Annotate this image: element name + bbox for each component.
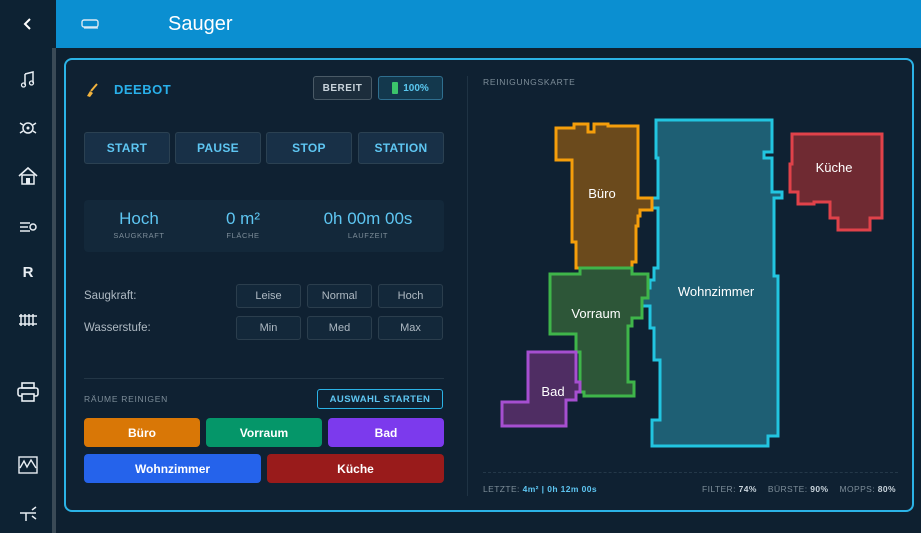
room-button-vorraum[interactable]: Vorraum bbox=[206, 418, 322, 447]
map-title: REINIGUNGSKARTE bbox=[483, 77, 576, 87]
device-name: DEEBOT bbox=[114, 82, 172, 97]
water-label: Wasserstufe: bbox=[84, 322, 151, 334]
battery-badge: 100% bbox=[378, 76, 443, 100]
filter-value: 74% bbox=[738, 484, 757, 494]
map-room-wohnzimmer[interactable] bbox=[638, 118, 784, 448]
back-button[interactable] bbox=[0, 0, 56, 48]
sidebar: R bbox=[0, 0, 56, 533]
cleaning-map: Wohnzimmer Büro Küche Vorraum Bad bbox=[500, 118, 884, 448]
station-button[interactable]: STATION bbox=[358, 132, 444, 164]
page-title: Sauger bbox=[168, 13, 233, 35]
battery-icon bbox=[392, 82, 399, 94]
r-icon[interactable]: R bbox=[14, 258, 42, 286]
status-badge: BEREIT bbox=[313, 76, 372, 100]
map-label-bad: Bad bbox=[541, 384, 564, 399]
chevron-left-icon bbox=[23, 18, 31, 30]
stat-suction-value: Hoch bbox=[119, 209, 159, 228]
vacuum-card: DEEBOT BEREIT 100% START PAUSE STOP STAT… bbox=[64, 58, 914, 512]
last-label: LETZTE: bbox=[483, 484, 520, 494]
water-option-med[interactable]: Med bbox=[307, 316, 372, 340]
room-button-kueche[interactable]: Küche bbox=[267, 454, 444, 483]
home-icon[interactable] bbox=[14, 162, 42, 190]
start-selection-button[interactable]: AUSWAHL STARTEN bbox=[317, 389, 443, 409]
printer-icon[interactable] bbox=[14, 378, 42, 406]
stat-suction: Hoch SAUGKRAFT bbox=[84, 209, 194, 240]
stat-area-label: FLÄCHE bbox=[226, 231, 260, 240]
start-button[interactable]: START bbox=[84, 132, 170, 164]
water-option-max[interactable]: Max bbox=[378, 316, 443, 340]
water-option-min[interactable]: Min bbox=[236, 316, 301, 340]
robot-icon[interactable] bbox=[14, 114, 42, 142]
room-button-bad[interactable]: Bad bbox=[328, 418, 444, 447]
room-button-buero[interactable]: Büro bbox=[84, 418, 200, 447]
room-button-wohnzimmer[interactable]: Wohnzimmer bbox=[84, 454, 261, 483]
brush-value: 90% bbox=[810, 484, 829, 494]
broom-icon bbox=[87, 83, 98, 97]
suction-option-leise[interactable]: Leise bbox=[236, 284, 301, 308]
mop-label: MOPPS: bbox=[839, 484, 876, 494]
suction-option-hoch[interactable]: Hoch bbox=[378, 284, 443, 308]
stat-time: 0h 00m 00s LAUFZEIT bbox=[313, 209, 423, 240]
pause-button[interactable]: PAUSE bbox=[175, 132, 261, 164]
radiator-icon[interactable] bbox=[14, 306, 42, 334]
last-value: 4m² | 0h 12m 00s bbox=[522, 484, 598, 494]
map-label-buero: Büro bbox=[588, 186, 615, 201]
map-room-kueche[interactable] bbox=[788, 132, 884, 232]
last-cleaning: LETZTE: 4m² | 0h 12m 00s bbox=[483, 484, 597, 494]
brush-label: BÜRSTE: bbox=[767, 484, 808, 494]
chart-icon[interactable] bbox=[14, 451, 42, 479]
music-icon[interactable] bbox=[14, 66, 42, 94]
battery-value: 100% bbox=[403, 82, 429, 94]
stat-area: 0 m² FLÄCHE bbox=[188, 209, 298, 240]
tool-icon[interactable] bbox=[14, 500, 42, 528]
filter-label: FILTER: bbox=[702, 484, 736, 494]
map-label-wohnzimmer: Wohnzimmer bbox=[678, 284, 755, 299]
divider bbox=[84, 378, 444, 379]
stop-button[interactable]: STOP bbox=[266, 132, 352, 164]
stat-area-value: 0 m² bbox=[226, 209, 260, 228]
map-label-kueche: Küche bbox=[816, 160, 853, 175]
header: Sauger bbox=[56, 0, 921, 48]
footer-divider bbox=[483, 472, 898, 473]
mop-value: 80% bbox=[877, 484, 896, 494]
separator bbox=[467, 76, 468, 496]
map-label-vorraum: Vorraum bbox=[571, 306, 620, 321]
vacuum-icon[interactable] bbox=[14, 213, 42, 241]
stats-panel: Hoch SAUGKRAFT 0 m² FLÄCHE 0h 00m 00s LA… bbox=[84, 200, 444, 252]
stat-suction-label: SAUGKRAFT bbox=[113, 231, 165, 240]
suction-label: Saugkraft: bbox=[84, 290, 137, 302]
vacuum-logo-icon bbox=[81, 19, 99, 29]
consumables: FILTER: 74% BÜRSTE: 90% MOPPS: 80% bbox=[702, 484, 896, 494]
rooms-title: RÄUME REINIGEN bbox=[84, 394, 168, 404]
suction-option-normal[interactable]: Normal bbox=[307, 284, 372, 308]
stat-time-label: LAUFZEIT bbox=[347, 231, 389, 240]
stat-time-value: 0h 00m 00s bbox=[323, 209, 413, 228]
